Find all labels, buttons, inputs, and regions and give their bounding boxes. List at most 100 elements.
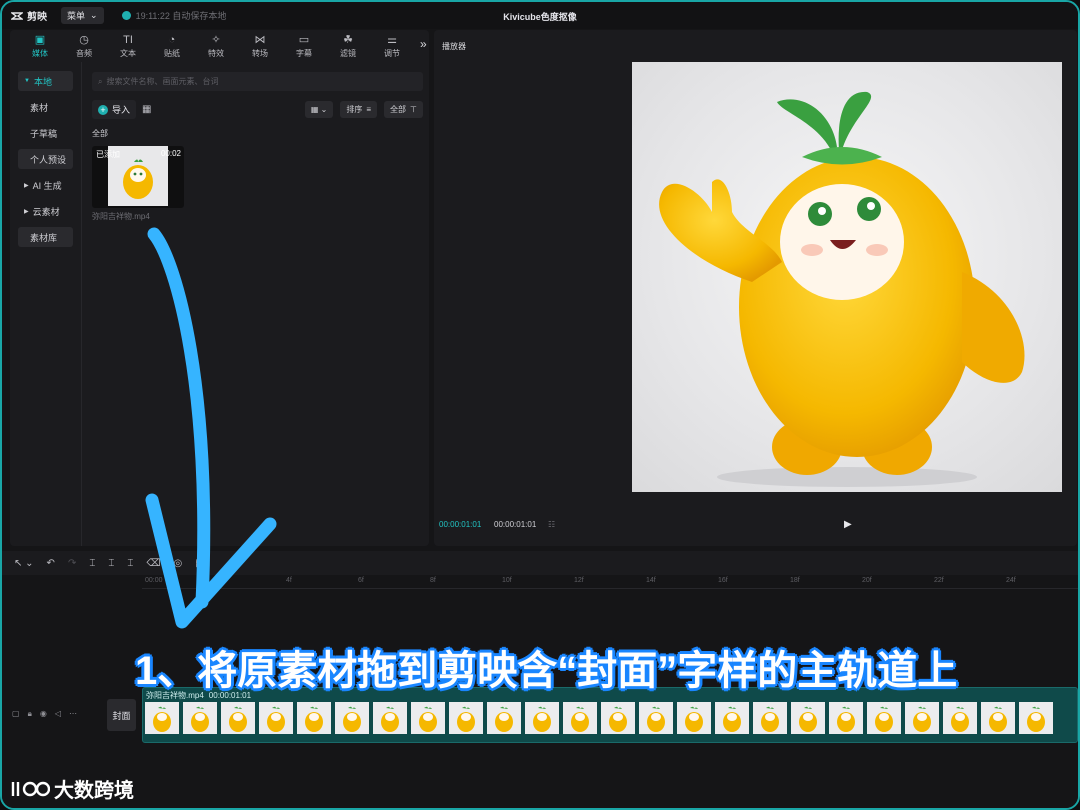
transition-icon: ⋈ bbox=[254, 34, 266, 46]
ruler-tick: 4f bbox=[286, 577, 292, 584]
sort-icon: ≡ bbox=[366, 105, 372, 114]
import-button[interactable]: + 导入 bbox=[92, 100, 137, 119]
ruler-tick: 18f bbox=[790, 577, 800, 584]
tab-label: 音频 bbox=[76, 49, 92, 58]
split-right-icon[interactable]: ⌶ bbox=[127, 558, 133, 569]
more-tabs-icon[interactable]: » bbox=[420, 30, 427, 51]
sort-button[interactable]: 排序 ≡ bbox=[340, 101, 378, 118]
sort-label: 排序 bbox=[346, 105, 363, 114]
player-title: 播放器 bbox=[442, 42, 466, 51]
ruler-tick: 24f bbox=[1006, 577, 1016, 584]
tab-label: 贴纸 bbox=[164, 49, 180, 58]
ruler-tick: 00:00 bbox=[145, 577, 163, 584]
tab-media[interactable]: ▣ 媒体 bbox=[18, 30, 62, 59]
media-toolbar: + 导入 ▦ ▦ ⌄ 排序 ≡ 全部 ⊤ bbox=[92, 100, 423, 119]
media-tabbar: ▣ 媒体 ◷ 音频 TI 文本 ◔ 贴纸 ✧ 特效 ⋈ 转场 ▭ 字幕 ☘ 滤镜… bbox=[10, 30, 429, 62]
menu-button[interactable]: 菜单 ⌄ bbox=[61, 7, 104, 24]
sidebar-item-cloud[interactable]: ▶ 云素材 bbox=[18, 201, 73, 221]
filmstrip-frame bbox=[183, 702, 217, 734]
title-bar: 剪映 菜单 ⌄ 19:11:22 自动保存本地 Kivicube色度抠像 bbox=[2, 2, 1078, 29]
freeze-icon[interactable]: ◎ bbox=[173, 558, 182, 569]
sidebar-item-label: 本地 bbox=[33, 76, 52, 87]
undo-icon[interactable]: ↶ bbox=[47, 558, 55, 569]
tab-label: 转场 bbox=[252, 49, 268, 58]
tab-text[interactable]: TI 文本 bbox=[106, 30, 150, 59]
search-input[interactable]: ⌕ 搜索文件名称、画面元素、台词 bbox=[92, 72, 423, 91]
select-tool-icon[interactable]: ↖ ⌄ bbox=[14, 558, 34, 569]
save-status: 19:11:22 自动保存本地 bbox=[121, 9, 226, 22]
media-sidebar: ▼ 本地 素材 子草稿 个人预设 ▶ AI 生成 ▶ 云素材 素材库 bbox=[10, 62, 82, 546]
sidebar-item-label: AI 生成 bbox=[32, 180, 62, 191]
ruler-tick: 22f bbox=[934, 577, 944, 584]
filmstrip-frame bbox=[411, 702, 445, 734]
player-panel: 播放器 00:00:01:01 00:00:01:01 ☷ ▶ bbox=[434, 30, 1077, 546]
sidebar-item-library[interactable]: 素材库 bbox=[18, 227, 73, 247]
filter-icon: ⊤ bbox=[410, 105, 417, 114]
sidebar-item-presets[interactable]: 个人预设 bbox=[18, 149, 73, 169]
sidebar-item-local[interactable]: ▼ 本地 bbox=[18, 71, 73, 91]
asset-name: 弥阳吉祥物.mp4 bbox=[92, 212, 150, 221]
mascot-image bbox=[659, 91, 1025, 487]
sidebar-item-material[interactable]: 素材 bbox=[18, 97, 73, 117]
chevron-down-icon: ⌄ bbox=[90, 10, 98, 20]
filter-label: 全部 bbox=[390, 105, 407, 114]
tab-transition[interactable]: ⋈ 转场 bbox=[238, 30, 282, 59]
ruler-tick: 12f bbox=[574, 577, 584, 584]
preview-canvas[interactable] bbox=[632, 62, 1062, 492]
filmstrip-frame bbox=[677, 702, 711, 734]
asset-duration: 00:02 bbox=[160, 149, 181, 158]
media-icon: ▣ bbox=[34, 34, 46, 46]
tab-sticker[interactable]: ◔ 贴纸 bbox=[150, 30, 194, 59]
track-video-icon[interactable]: ▢ bbox=[12, 709, 20, 719]
sidebar-item-label: 素材 bbox=[30, 102, 49, 113]
tab-audio[interactable]: ◷ 音频 bbox=[62, 30, 106, 59]
filmstrip-frame bbox=[601, 702, 635, 734]
split-icon[interactable]: ⌶ bbox=[89, 558, 95, 569]
tab-label: 调节 bbox=[384, 49, 400, 58]
tab-adjust[interactable]: ⚌ 调节 bbox=[370, 30, 414, 59]
capcut-logo-icon bbox=[11, 11, 23, 20]
redo-icon[interactable]: ↷ bbox=[68, 558, 76, 569]
play-button[interactable]: ▶ bbox=[844, 519, 852, 530]
view-mode-icon: ▦ ⌄ bbox=[310, 105, 328, 114]
more-icon[interactable]: ⋯ bbox=[69, 709, 77, 719]
tab-filter[interactable]: ☘ 滤镜 bbox=[326, 30, 370, 59]
eye-icon[interactable]: ◉ bbox=[40, 709, 47, 719]
filmstrip-frame bbox=[297, 702, 331, 734]
filmstrip-frame bbox=[943, 702, 977, 734]
track-controls: ▢ 🔒︎ ◉ ◁ ⋯ bbox=[12, 709, 77, 719]
filmstrip-frame bbox=[829, 702, 863, 734]
filmstrip-frame bbox=[753, 702, 787, 734]
sidebar-item-ai[interactable]: ▶ AI 生成 bbox=[18, 175, 73, 195]
cover-button[interactable]: 封面 bbox=[107, 699, 136, 731]
caret-right-icon: ▶ bbox=[24, 182, 29, 189]
filmstrip-frame bbox=[373, 702, 407, 734]
delete-icon[interactable]: ⌫ bbox=[146, 558, 160, 569]
caret-right-icon: ▶ bbox=[24, 208, 29, 215]
sticker-icon: ◔ bbox=[168, 34, 176, 46]
timeline-ruler[interactable]: 00:00 4f 6f 8f 10f 12f 14f 16f 18f 20f 2… bbox=[142, 575, 1078, 589]
lock-icon[interactable]: 🔒︎ bbox=[28, 709, 32, 719]
view-mode-button[interactable]: ▦ ⌄ bbox=[304, 101, 334, 118]
tab-subtitle[interactable]: ▭ 字幕 bbox=[282, 30, 326, 59]
caption-icon[interactable]: ▤ bbox=[195, 558, 204, 569]
search-placeholder: 搜索文件名称、画面元素、台词 bbox=[106, 77, 219, 86]
filmstrip-frame bbox=[981, 702, 1015, 734]
search-icon: ⌕ bbox=[98, 76, 103, 86]
caret-down-icon: ▼ bbox=[24, 78, 30, 84]
app-name: 剪映 bbox=[27, 12, 47, 23]
filter-button[interactable]: 全部 ⊤ bbox=[384, 101, 423, 118]
tutorial-caption: 1、将原素材拖到剪映含“封面”字样的主轨道上 bbox=[135, 649, 958, 693]
speaker-icon[interactable]: ◁ bbox=[55, 709, 61, 719]
timecode-grid-icon[interactable]: ☷ bbox=[548, 520, 555, 529]
filmstrip-frame bbox=[449, 702, 483, 734]
tab-effects[interactable]: ✧ 特效 bbox=[194, 30, 238, 59]
split-left-icon[interactable]: ⌶ bbox=[108, 558, 114, 569]
watermark-text: 大数跨境 bbox=[54, 780, 134, 802]
media-asset-card[interactable]: 已添加 00:02 bbox=[92, 146, 184, 208]
filmstrip-frame bbox=[487, 702, 521, 734]
subtitle-icon: ▭ bbox=[298, 34, 310, 46]
grid-view-icon[interactable]: ▦ bbox=[142, 104, 151, 115]
sidebar-item-subdraft[interactable]: 子草稿 bbox=[18, 123, 73, 143]
filmstrip-frame bbox=[791, 702, 825, 734]
